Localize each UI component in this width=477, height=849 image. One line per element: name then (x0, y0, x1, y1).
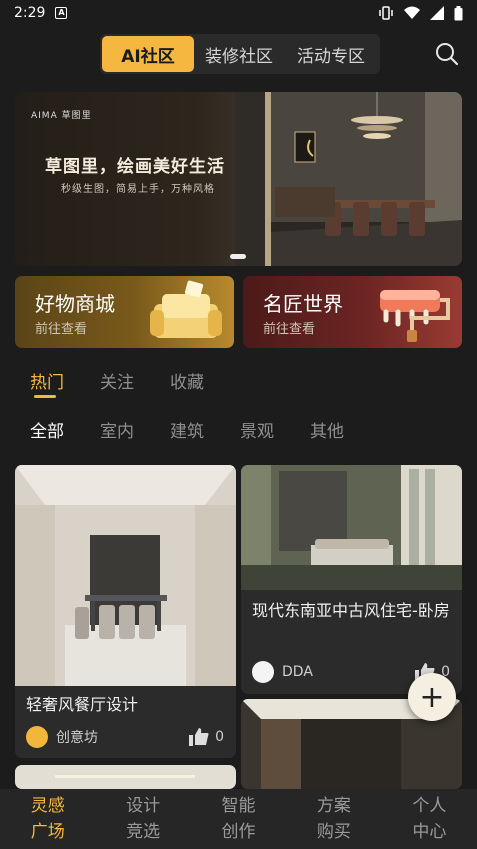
promo-banner[interactable]: AIMA 草图里 草图里，绘画美好生活 秒级生图，简易上手，万种风格 (15, 92, 462, 266)
nav-label-line2: 购买 (316, 822, 351, 842)
search-button[interactable] (433, 40, 461, 68)
vibrate-icon (379, 6, 393, 20)
craftsman-promo-card[interactable]: 名匠世界 前往查看 (243, 276, 462, 348)
category-tabs: 全部 室内 建筑 景观 其他 (30, 417, 344, 442)
design-card[interactable] (15, 765, 236, 789)
category-architecture[interactable]: 建筑 (170, 417, 204, 442)
bottom-navigation: 灵感 广场 设计 竞选 智能 创作 方案 购买 个人 中心 (0, 789, 477, 849)
avatar (26, 726, 48, 748)
banner-subline: 秒级生图，简易上手，万种风格 (61, 184, 215, 195)
nav-label-line1: 智能 (221, 796, 256, 816)
tab-ai-community[interactable]: AI社区 (102, 36, 194, 72)
status-time: 2:29 (14, 5, 46, 21)
dining-room-image (15, 465, 236, 686)
nav-label-line2: 广场 (30, 822, 65, 842)
mall-promo-title: 好物商城 (35, 292, 115, 316)
nav-plan-purchase[interactable]: 方案 购买 (286, 789, 381, 849)
banner-headline: 草图里，绘画美好生活 (45, 157, 225, 177)
author-name: 创意坊 (56, 730, 98, 746)
nav-inspiration-square[interactable]: 灵感 广场 (0, 789, 95, 849)
card-author[interactable]: 创意坊 (26, 726, 98, 748)
category-all[interactable]: 全部 (30, 417, 64, 442)
search-icon (436, 43, 459, 66)
add-button[interactable]: + (408, 673, 456, 721)
tab-follow[interactable]: 关注 (100, 368, 134, 393)
like-button[interactable]: 0 (189, 728, 224, 746)
banner-room-image (235, 92, 462, 266)
top-tab-bar: AI社区 装修社区 活动专区 (100, 34, 380, 74)
notification-a-icon: A (55, 7, 68, 19)
category-landscape[interactable]: 景观 (240, 417, 274, 442)
tab-hot[interactable]: 热门 (30, 368, 64, 393)
banner-dot-active (230, 254, 246, 259)
tab-decoration-community[interactable]: 装修社区 (194, 36, 284, 72)
avatar (252, 661, 274, 683)
category-interior[interactable]: 室内 (100, 417, 134, 442)
wifi-icon (404, 6, 420, 19)
nav-label-line1: 灵感 (30, 796, 65, 816)
plus-icon: + (419, 679, 445, 715)
design-card[interactable]: 现代东南亚中古风住宅-卧房 DDA 0 (241, 465, 462, 694)
card-title: 现代东南亚中古风住宅-卧房 (252, 601, 450, 620)
sofa-icon (150, 280, 222, 338)
nav-label-line1: 个人 (412, 796, 447, 816)
thumbs-up-icon (189, 728, 209, 746)
tab-activity-zone[interactable]: 活动专区 (284, 36, 378, 72)
banner-pagination (230, 254, 246, 259)
category-other[interactable]: 其他 (310, 417, 344, 442)
interior-image (15, 765, 236, 789)
like-count: 0 (215, 729, 224, 745)
nav-label-line1: 设计 (126, 796, 161, 816)
banner-logo: AIMA 草图里 (31, 111, 92, 121)
card-author[interactable]: DDA (252, 661, 313, 683)
nav-label-line2: 中心 (412, 822, 447, 842)
active-tab-indicator (34, 395, 56, 398)
mall-promo-card[interactable]: 好物商城 前往查看 (15, 276, 234, 348)
nav-label-line2: 创作 (221, 822, 256, 842)
tab-favorites[interactable]: 收藏 (170, 368, 204, 393)
feed-tabs: 热门 关注 收藏 (30, 368, 204, 393)
craftsman-promo-subtitle: 前往查看 (263, 322, 316, 337)
nav-label-line1: 方案 (316, 796, 351, 816)
bedroom-image (241, 465, 462, 590)
signal-icon (430, 6, 444, 20)
nav-smart-creation[interactable]: 智能 创作 (191, 789, 286, 849)
status-bar: 2:29 A (0, 0, 477, 26)
paint-roller-icon (380, 290, 450, 342)
nav-design-contest[interactable]: 设计 竞选 (95, 789, 190, 849)
mall-promo-subtitle: 前往查看 (35, 322, 88, 337)
author-name: DDA (282, 664, 313, 680)
battery-icon (454, 5, 463, 20)
craftsman-promo-title: 名匠世界 (263, 292, 343, 316)
nav-label-line2: 竞选 (126, 822, 161, 842)
card-title: 轻奢风餐厅设计 (26, 695, 139, 714)
nav-personal-center[interactable]: 个人 中心 (382, 789, 477, 849)
design-card[interactable]: 轻奢风餐厅设计 创意坊 0 (15, 465, 236, 758)
